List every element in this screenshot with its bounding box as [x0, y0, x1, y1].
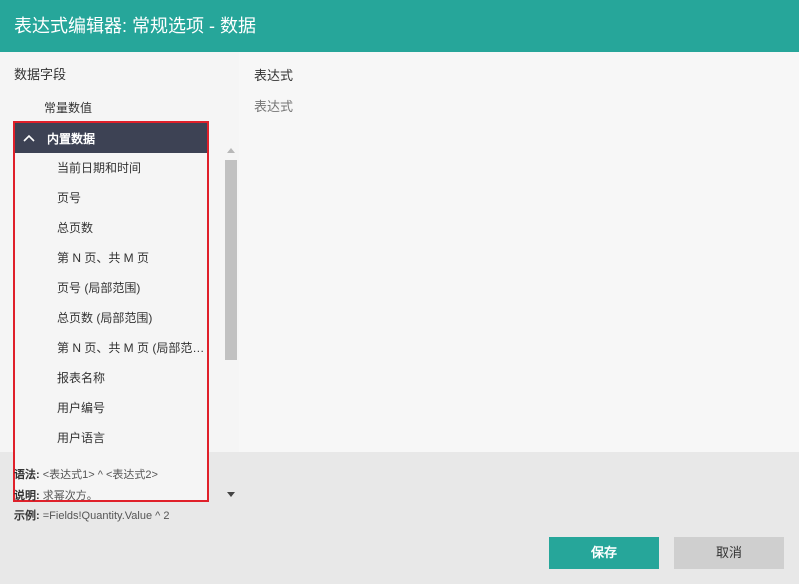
tree-item[interactable]: 总页数 (局部范围) — [15, 303, 207, 333]
scroll-down-arrow-icon[interactable] — [227, 492, 235, 497]
chevron-up-icon — [23, 131, 37, 145]
scroll-thumb[interactable] — [225, 160, 237, 360]
tree-item[interactable]: 第 N 页、共 M 页 — [15, 243, 207, 273]
example-text: =Fields!Quantity.Value ^ 2 — [42, 510, 170, 522]
expression-label: 表达式 — [254, 68, 294, 83]
save-button[interactable]: 保存 — [549, 537, 659, 569]
tree-item[interactable]: 用户语言 — [15, 423, 207, 453]
description-text: 求幂次方。 — [42, 490, 98, 502]
description-line: 说明: 求幂次方。 — [14, 487, 98, 503]
tree-item[interactable]: 报表名称 — [15, 363, 207, 393]
tree-item-constants[interactable]: 常量数值 — [44, 99, 92, 116]
tree-item[interactable]: 页号 (局部范围) — [15, 273, 207, 303]
syntax-text: <表达式1> ^ <表达式2> — [42, 469, 158, 481]
tree-item[interactable]: 第 N 页、共 M 页 (局部范围) — [15, 333, 207, 363]
description-label: 说明: — [14, 490, 40, 502]
syntax-label: 语法: — [14, 469, 40, 481]
builtin-data-group-header[interactable]: 内置数据 — [15, 123, 207, 153]
tree-item[interactable]: 当前日期和时间 — [15, 153, 207, 183]
cancel-button[interactable]: 取消 — [674, 537, 784, 569]
expression-panel: 表达式 — [239, 52, 799, 452]
builtin-data-group-label: 内置数据 — [47, 131, 96, 146]
builtin-data-group: 内置数据 当前日期和时间 页号 总页数 第 N 页、共 M 页 页号 (局部范围… — [13, 121, 209, 502]
expression-input[interactable] — [254, 99, 774, 114]
tree-scrollbar[interactable] — [224, 148, 238, 504]
data-fields-panel: 数据字段 常量数值 内置数据 当前日期和时间 页号 总页数 第 N 页、共 M … — [0, 52, 239, 502]
tree-item[interactable]: 页号 — [15, 183, 207, 213]
tree-item[interactable]: 总页数 — [15, 213, 207, 243]
tree-item[interactable]: 用户编号 — [15, 393, 207, 423]
example-line: 示例: =Fields!Quantity.Value ^ 2 — [14, 507, 169, 523]
syntax-line: 语法: <表达式1> ^ <表达式2> — [14, 466, 158, 482]
data-fields-title: 数据字段 — [14, 67, 67, 82]
dialog-title: 表达式编辑器: 常规选项 - 数据 — [0, 0, 799, 52]
example-label: 示例: — [14, 510, 40, 522]
scroll-up-arrow-icon[interactable] — [227, 148, 235, 153]
